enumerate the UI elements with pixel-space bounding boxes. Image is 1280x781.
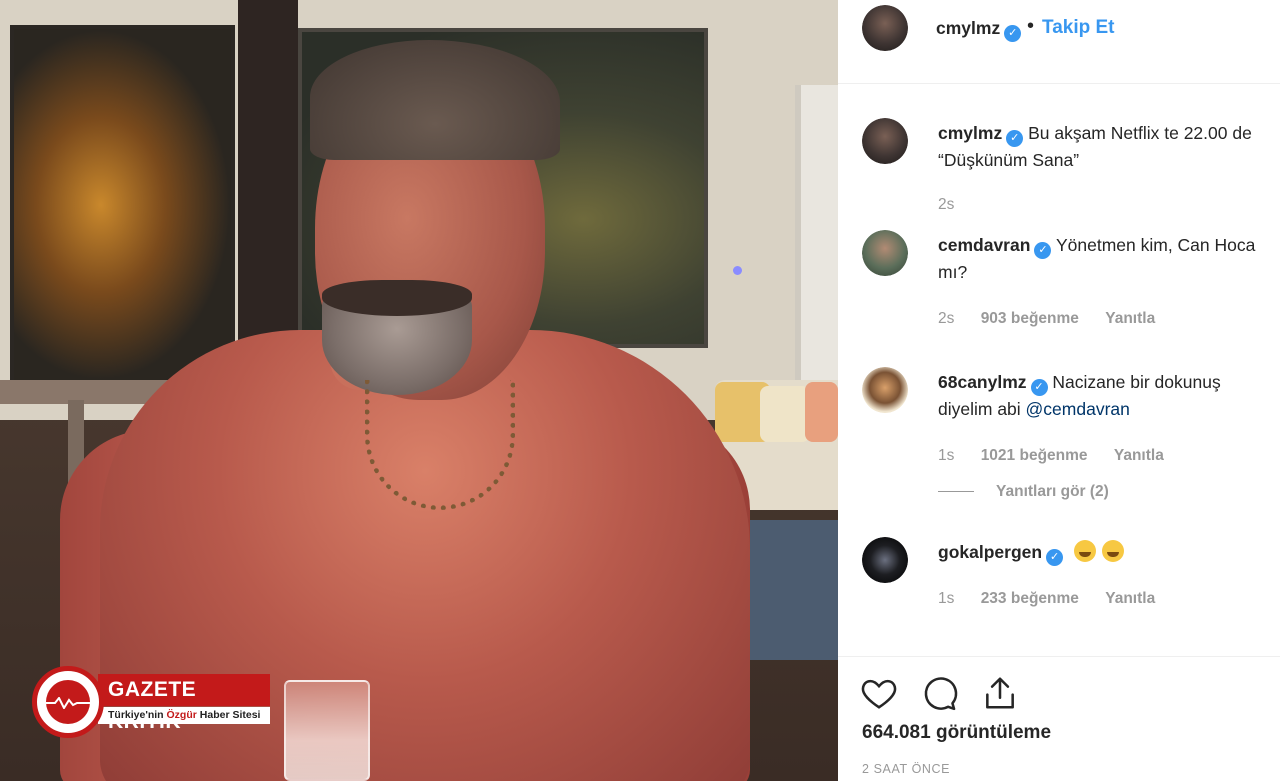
caption-avatar[interactable] — [862, 118, 908, 164]
separator-bullet: • — [1027, 15, 1035, 37]
view-replies-button[interactable]: Yanıtları gör (2) — [938, 483, 1109, 501]
watermark-tagline: Türkiye'nin Özgür Haber Sitesi — [98, 707, 270, 724]
post-header: cmylmz ✓ • Takip Et — [838, 0, 1280, 84]
reply-button[interactable]: Yanıtla — [1114, 447, 1164, 464]
comment-meta: 1s 233 beğenme Yanıtla — [938, 590, 1177, 608]
emoji-icon — [1101, 540, 1124, 562]
subject-hair — [310, 40, 560, 160]
reply-button[interactable]: Yanıtla — [1105, 590, 1155, 607]
emoji-icon — [1073, 540, 1096, 562]
share-icon[interactable] — [981, 674, 1019, 712]
watermark-brand: GAZETE KRITIK — [98, 674, 270, 733]
comment-username[interactable]: 68canylmz — [938, 372, 1027, 392]
verified-badge-icon: ✓ — [1046, 549, 1064, 566]
comment-username[interactable]: gokalpergen — [938, 542, 1042, 562]
comment-likes[interactable]: 233 beğenme — [981, 590, 1079, 607]
background-frame — [795, 85, 838, 385]
comment-avatar[interactable] — [862, 230, 908, 276]
author-avatar[interactable] — [862, 5, 908, 51]
post-video[interactable]: GAZETE KRITIK Türkiye'nin Özgür Haber Si… — [0, 0, 838, 781]
post-timestamp[interactable]: 2 SAAT ÖNCE — [862, 762, 950, 776]
background-rug — [745, 520, 838, 660]
comment-avatar[interactable] — [862, 367, 908, 413]
follow-button[interactable]: Takip Et — [1042, 17, 1115, 39]
drink-glass — [284, 680, 370, 781]
verified-badge-icon: ✓ — [1030, 379, 1048, 396]
caption-username[interactable]: cmylmz — [938, 123, 1002, 143]
comment-time[interactable]: 1s — [938, 590, 954, 607]
comment-likes[interactable]: 1021 beğenme — [981, 447, 1088, 464]
reply-button[interactable]: Yanıtla — [1105, 310, 1155, 327]
author-username[interactable]: cmylmz ✓ — [936, 18, 1022, 42]
sofa-pillow — [805, 382, 838, 442]
verified-badge-icon: ✓ — [1006, 130, 1024, 147]
comment-text: cemdavran ✓ Yönetmen kim, Can Hoca mı? — [938, 235, 1256, 282]
verified-badge-icon: ✓ — [1034, 242, 1052, 259]
verified-badge-icon: ✓ — [1004, 25, 1022, 42]
mention-link[interactable]: @cemdavran — [1026, 399, 1130, 419]
comment-username[interactable]: cemdavran — [938, 235, 1030, 255]
comment-likes[interactable]: 903 beğenme — [981, 310, 1079, 327]
replies-divider — [938, 491, 974, 493]
subject-mustache — [322, 280, 472, 316]
comment-meta: 2s 903 beğenme Yanıtla — [938, 310, 1177, 328]
sofa-pillow — [760, 386, 810, 442]
caption-text: cmylmz ✓ Bu akşam Netflix te 22.00 de “Dü… — [938, 123, 1252, 170]
caption-time[interactable]: 2s — [938, 196, 954, 213]
comment-text: 68canylmz ✓ Nacizane bir dokunuş diyelim … — [938, 372, 1221, 419]
comment-icon[interactable] — [920, 674, 958, 712]
comment-time[interactable]: 2s — [938, 310, 954, 327]
caption-meta: 2s — [938, 196, 976, 214]
comment-avatar[interactable] — [862, 537, 908, 583]
view-count[interactable]: 664.081 görüntüleme — [862, 722, 1051, 744]
comment-meta: 1s 1021 beğenme Yanıtla — [938, 447, 1186, 465]
heart-icon[interactable] — [860, 674, 898, 712]
watermark-emblem-icon — [32, 666, 104, 738]
post-sidebar: cmylmz ✓ • Takip Et cmylmz ✓ Bu akşam Netf… — [838, 0, 1280, 781]
comment-text: gokalpergen ✓ — [938, 539, 1278, 566]
watermark-logo: GAZETE KRITIK Türkiye'nin Özgür Haber Si… — [32, 666, 272, 738]
comment-time[interactable]: 1s — [938, 447, 954, 464]
